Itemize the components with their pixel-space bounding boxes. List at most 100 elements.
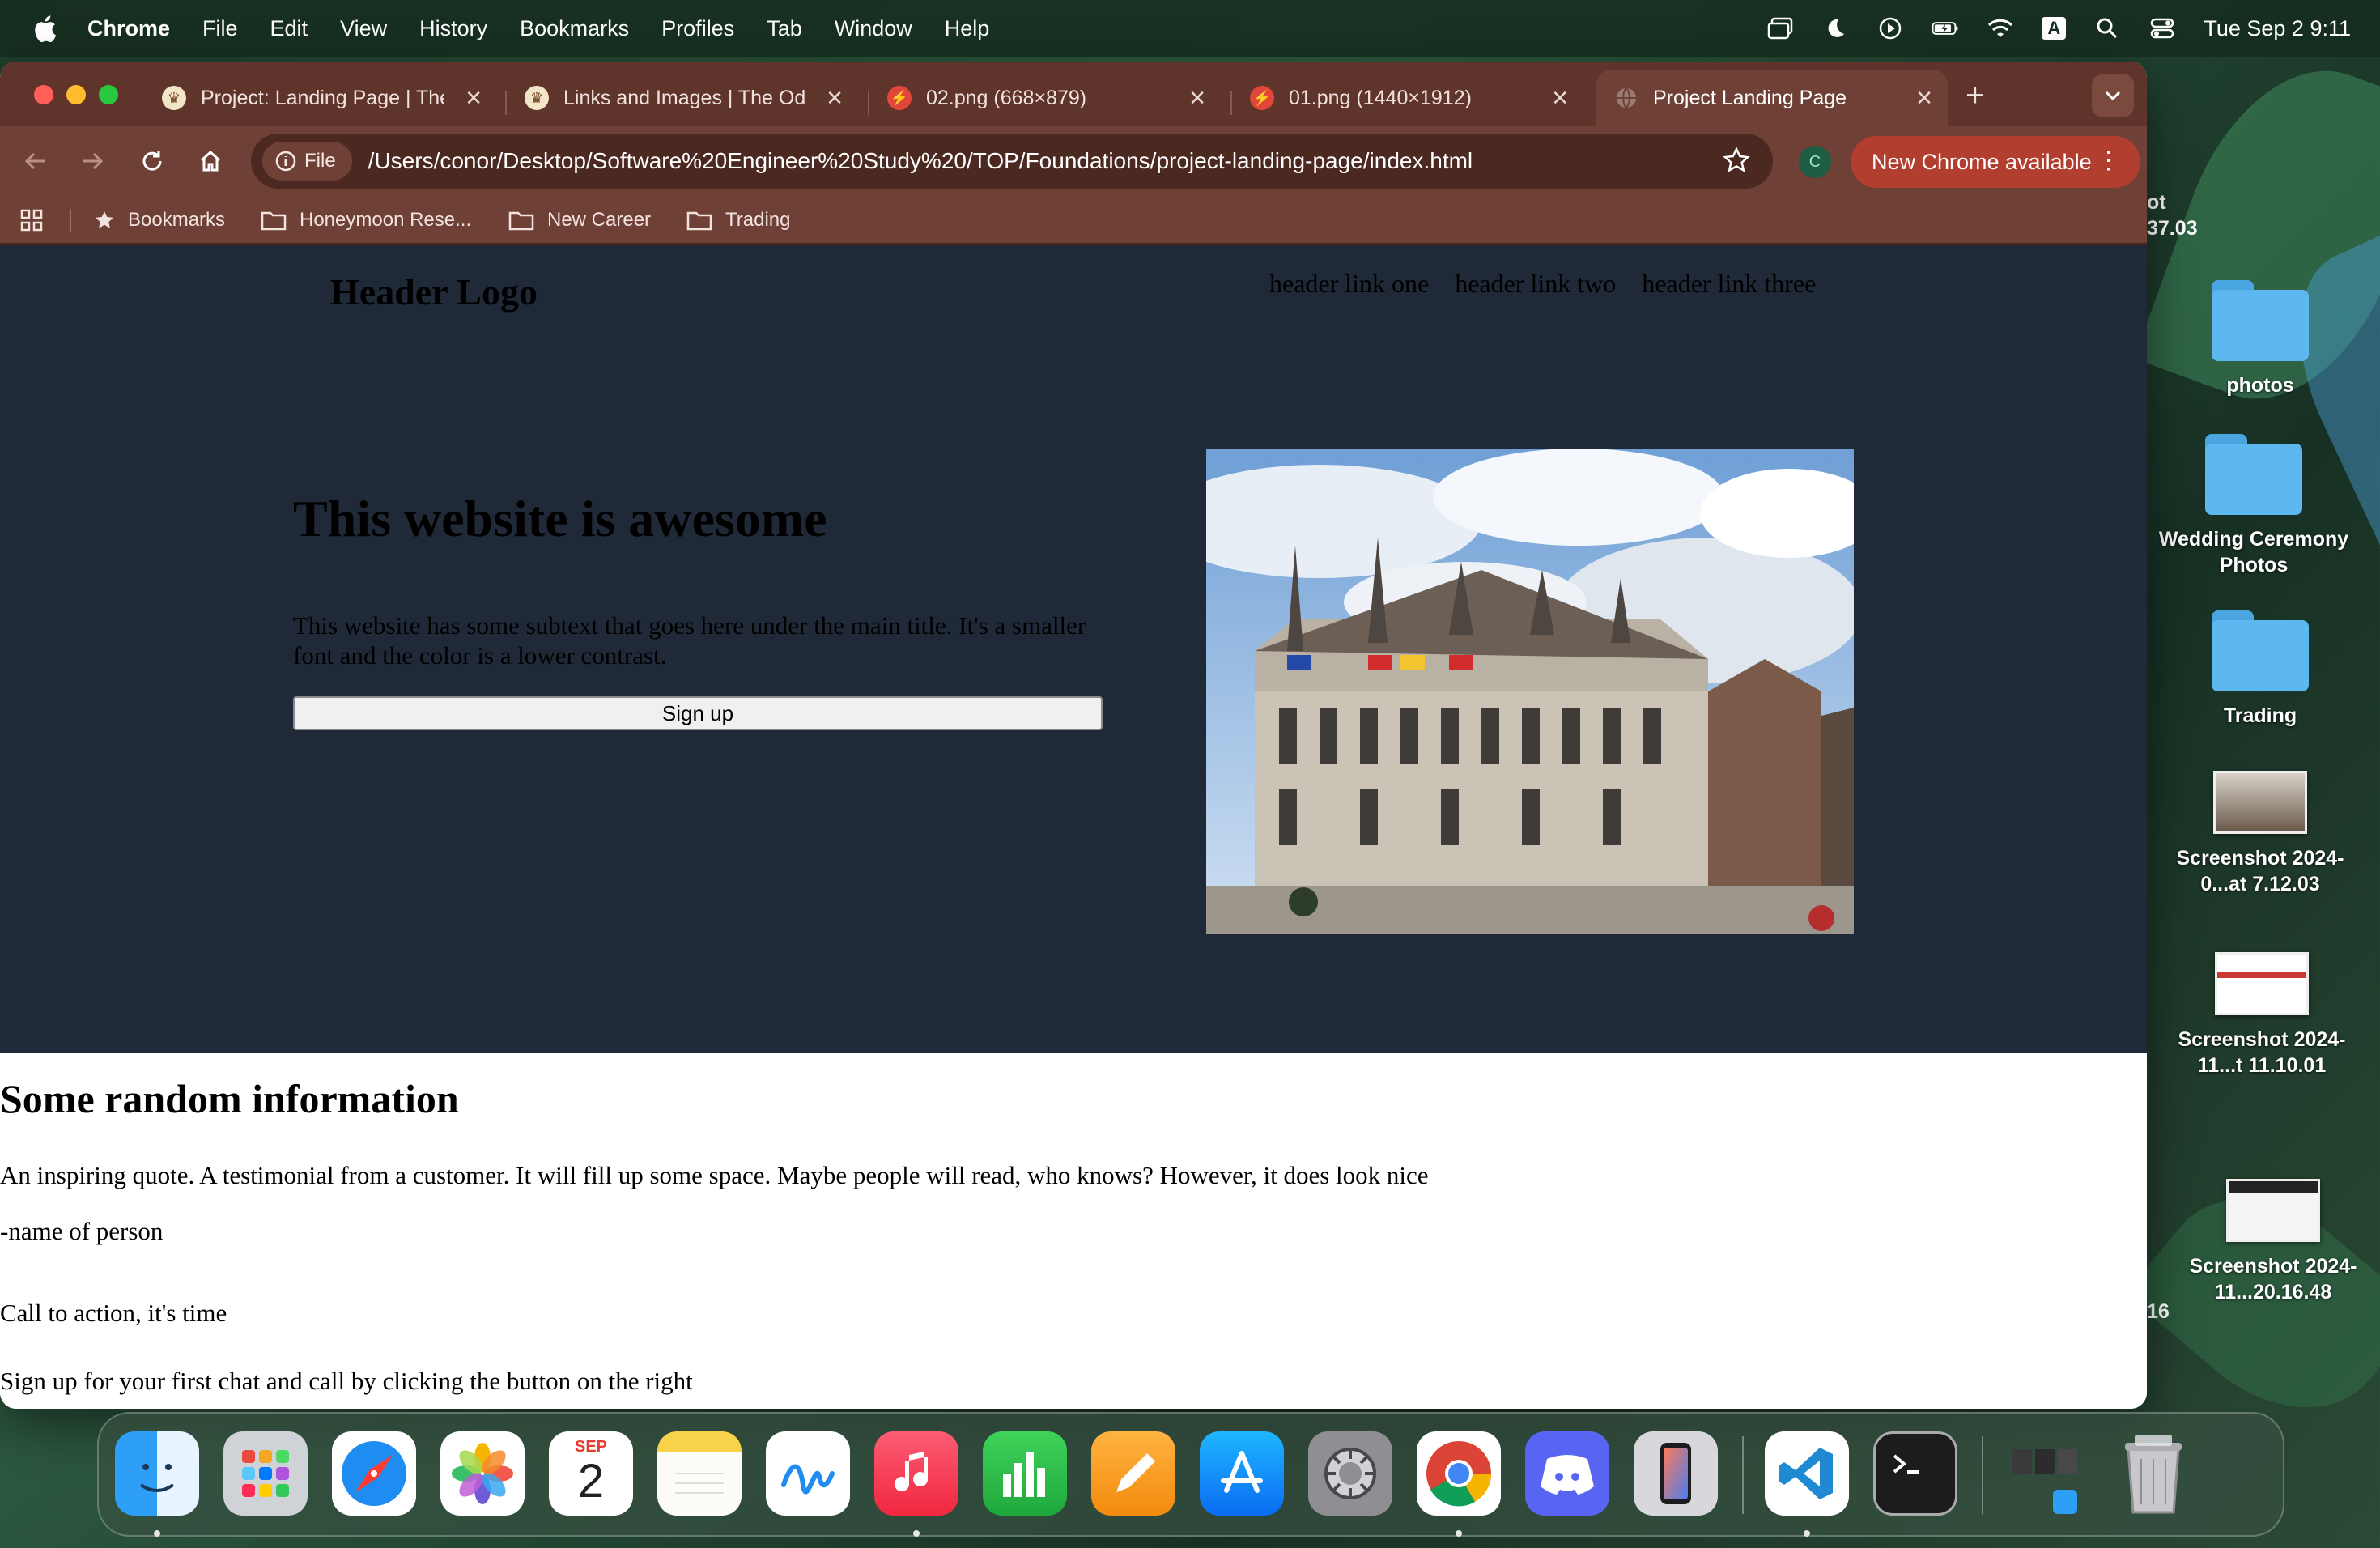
reload-icon — [142, 151, 162, 171]
dock-finder[interactable] — [115, 1431, 199, 1516]
desktop-screenshot-2[interactable]: Screenshot 2024-11...t 11.10.01 — [2157, 952, 2367, 1078]
close-tab-icon[interactable]: ✕ — [465, 86, 482, 111]
dock-discord[interactable] — [1525, 1431, 1609, 1516]
menu-app-name[interactable]: Chrome — [87, 16, 170, 41]
url-text[interactable]: /Users/conor/Desktop/Software%20Engineer… — [368, 148, 1473, 174]
zoom-window-button[interactable] — [99, 85, 118, 104]
desktop-screenshot-1[interactable]: Screenshot 2024-0...at 7.12.03 — [2155, 771, 2365, 897]
desktop-folder-trading[interactable]: Trading — [2155, 610, 2365, 729]
bookmark-folder-trading[interactable]: Trading — [686, 196, 790, 245]
image-viewer-icon: ⚡ — [887, 86, 912, 110]
reload-button[interactable] — [134, 143, 170, 179]
profile-avatar[interactable]: C — [1799, 146, 1831, 178]
header-link-two[interactable]: header link two — [1455, 269, 1616, 299]
tab-odin-landing-page[interactable]: ♛ Project: Landing Page | The Odin Proje… — [144, 70, 497, 126]
menu-bookmarks[interactable]: Bookmarks — [520, 16, 629, 41]
header-link-one[interactable]: header link one — [1269, 269, 1429, 299]
dock-vscode[interactable] — [1765, 1431, 1849, 1516]
apple-icon[interactable] — [32, 15, 57, 42]
back-button[interactable] — [18, 143, 53, 179]
input-source-icon[interactable]: A — [2042, 17, 2067, 40]
bookmark-bookmarks[interactable]: Bookmarks — [94, 196, 225, 245]
home-button[interactable] — [193, 143, 228, 179]
dock-calendar[interactable]: SEP 2 — [549, 1431, 633, 1516]
menu-tab[interactable]: Tab — [767, 16, 802, 41]
site-info-chip[interactable]: File — [262, 142, 352, 181]
control-center-icon[interactable] — [2148, 15, 2176, 42]
tab-title: Project: Landing Page | The Odin Project — [201, 86, 444, 109]
dock-separator — [1742, 1436, 1744, 1514]
dock-freeform[interactable] — [766, 1431, 850, 1516]
menu-history[interactable]: History — [419, 16, 487, 41]
tab-01-png[interactable]: ⚡ 01.png (1440×1912) ✕ — [1232, 70, 1583, 126]
bookmark-star-icon[interactable] — [1723, 147, 1750, 178]
apps-grid-icon[interactable] — [19, 196, 44, 245]
stack-icon — [2012, 1449, 2077, 1514]
focus-moon-icon[interactable] — [1821, 15, 1849, 42]
desktop-folder-photos[interactable]: photos — [2155, 280, 2365, 398]
screen-recording-icon[interactable] — [1876, 15, 1904, 42]
dock-iphone-mirroring[interactable] — [1634, 1431, 1718, 1516]
menu-edit[interactable]: Edit — [270, 16, 308, 41]
running-indicator — [913, 1530, 920, 1537]
dock-notes[interactable] — [657, 1431, 742, 1516]
screenshot-thumbnail — [2215, 952, 2309, 1015]
close-window-button[interactable] — [34, 85, 53, 104]
dock-photos[interactable] — [440, 1431, 525, 1516]
menu-help[interactable]: Help — [945, 16, 990, 41]
dock-launchpad[interactable] — [223, 1431, 308, 1516]
menu-bar-clock[interactable]: Tue Sep 2 9:11 — [2204, 16, 2351, 41]
menu-file[interactable]: File — [202, 16, 238, 41]
folder-outline-icon — [686, 211, 712, 231]
tab-02-png[interactable]: ⚡ 02.png (668×879) ✕ — [869, 70, 1221, 126]
desktop-partial-label: ot — [2147, 191, 2166, 214]
dock-numbers[interactable] — [983, 1431, 1067, 1516]
dock-pages[interactable] — [1091, 1431, 1175, 1516]
close-tab-icon[interactable]: ✕ — [826, 86, 844, 111]
dock-safari[interactable] — [332, 1431, 416, 1516]
new-chrome-available-button[interactable]: New Chrome available ⋮ — [1851, 136, 2140, 188]
header-logo: Header Logo — [330, 271, 538, 313]
header-link-three[interactable]: header link three — [1642, 269, 1816, 299]
tab-project-landing-page[interactable]: Project Landing Page ✕ — [1596, 70, 1948, 126]
tab-title: Links and Images | The Odin Project — [563, 86, 806, 109]
close-tab-icon[interactable]: ✕ — [1551, 86, 1569, 111]
dock-downloads-stack[interactable] — [2004, 1431, 2089, 1516]
stage-manager-icon[interactable] — [1766, 15, 1794, 42]
pages-pen-icon — [1116, 1453, 1155, 1492]
menu-view[interactable]: View — [340, 16, 387, 41]
bookmark-folder-new-career[interactable]: New Career — [508, 196, 651, 245]
dock-terminal[interactable] — [1873, 1431, 1957, 1516]
header-nav: header link one header link two header l… — [1269, 269, 1816, 299]
battery-icon[interactable] — [1932, 15, 1959, 42]
more-menu-icon[interactable]: ⋮ — [2097, 147, 2121, 175]
dock-app-store[interactable] — [1200, 1431, 1284, 1516]
menu-window[interactable]: Window — [835, 16, 912, 41]
chevron-down-icon — [2105, 91, 2121, 101]
spotlight-search-icon[interactable] — [2093, 15, 2121, 42]
running-indicator — [154, 1530, 160, 1537]
new-tab-button[interactable]: + — [1966, 78, 1984, 114]
minimize-window-button[interactable] — [66, 85, 86, 104]
folder-outline-icon — [261, 211, 287, 231]
desktop-screenshot-3[interactable]: Screenshot 2024-11...20.16.48 — [2168, 1179, 2378, 1305]
tab-odin-links-images[interactable]: ♛ Links and Images | The Odin Project ✕ — [507, 70, 858, 126]
sign-up-button[interactable]: Sign up — [293, 696, 1103, 730]
bookmark-folder-honeymoon[interactable]: Honeymoon Rese... — [261, 196, 471, 245]
tab-search-button[interactable] — [2092, 74, 2134, 117]
desktop-item-label: Wedding Ceremony Photos — [2158, 528, 2349, 576]
dock-music[interactable] — [874, 1431, 958, 1516]
menu-profiles[interactable]: Profiles — [661, 16, 734, 41]
cta-title: Call to action, it's time — [0, 1299, 227, 1327]
close-tab-icon[interactable]: ✕ — [1915, 86, 1933, 111]
close-tab-icon[interactable]: ✕ — [1188, 86, 1206, 111]
dock-system-settings[interactable] — [1308, 1431, 1392, 1516]
desktop-folder-wedding[interactable]: Wedding Ceremony Photos — [2148, 434, 2359, 578]
forward-button[interactable] — [74, 143, 110, 179]
bookmarks-bar: Bookmarks Honeymoon Rese... New Career T… — [0, 196, 2147, 245]
wifi-icon[interactable] — [1987, 15, 2014, 42]
address-bar[interactable]: File /Users/conor/Desktop/Software%20Eng… — [251, 134, 1773, 189]
dock-trash[interactable] — [2111, 1431, 2195, 1516]
dock-google-chrome[interactable] — [1417, 1431, 1501, 1516]
info-section-title: Some random information — [0, 1076, 459, 1121]
